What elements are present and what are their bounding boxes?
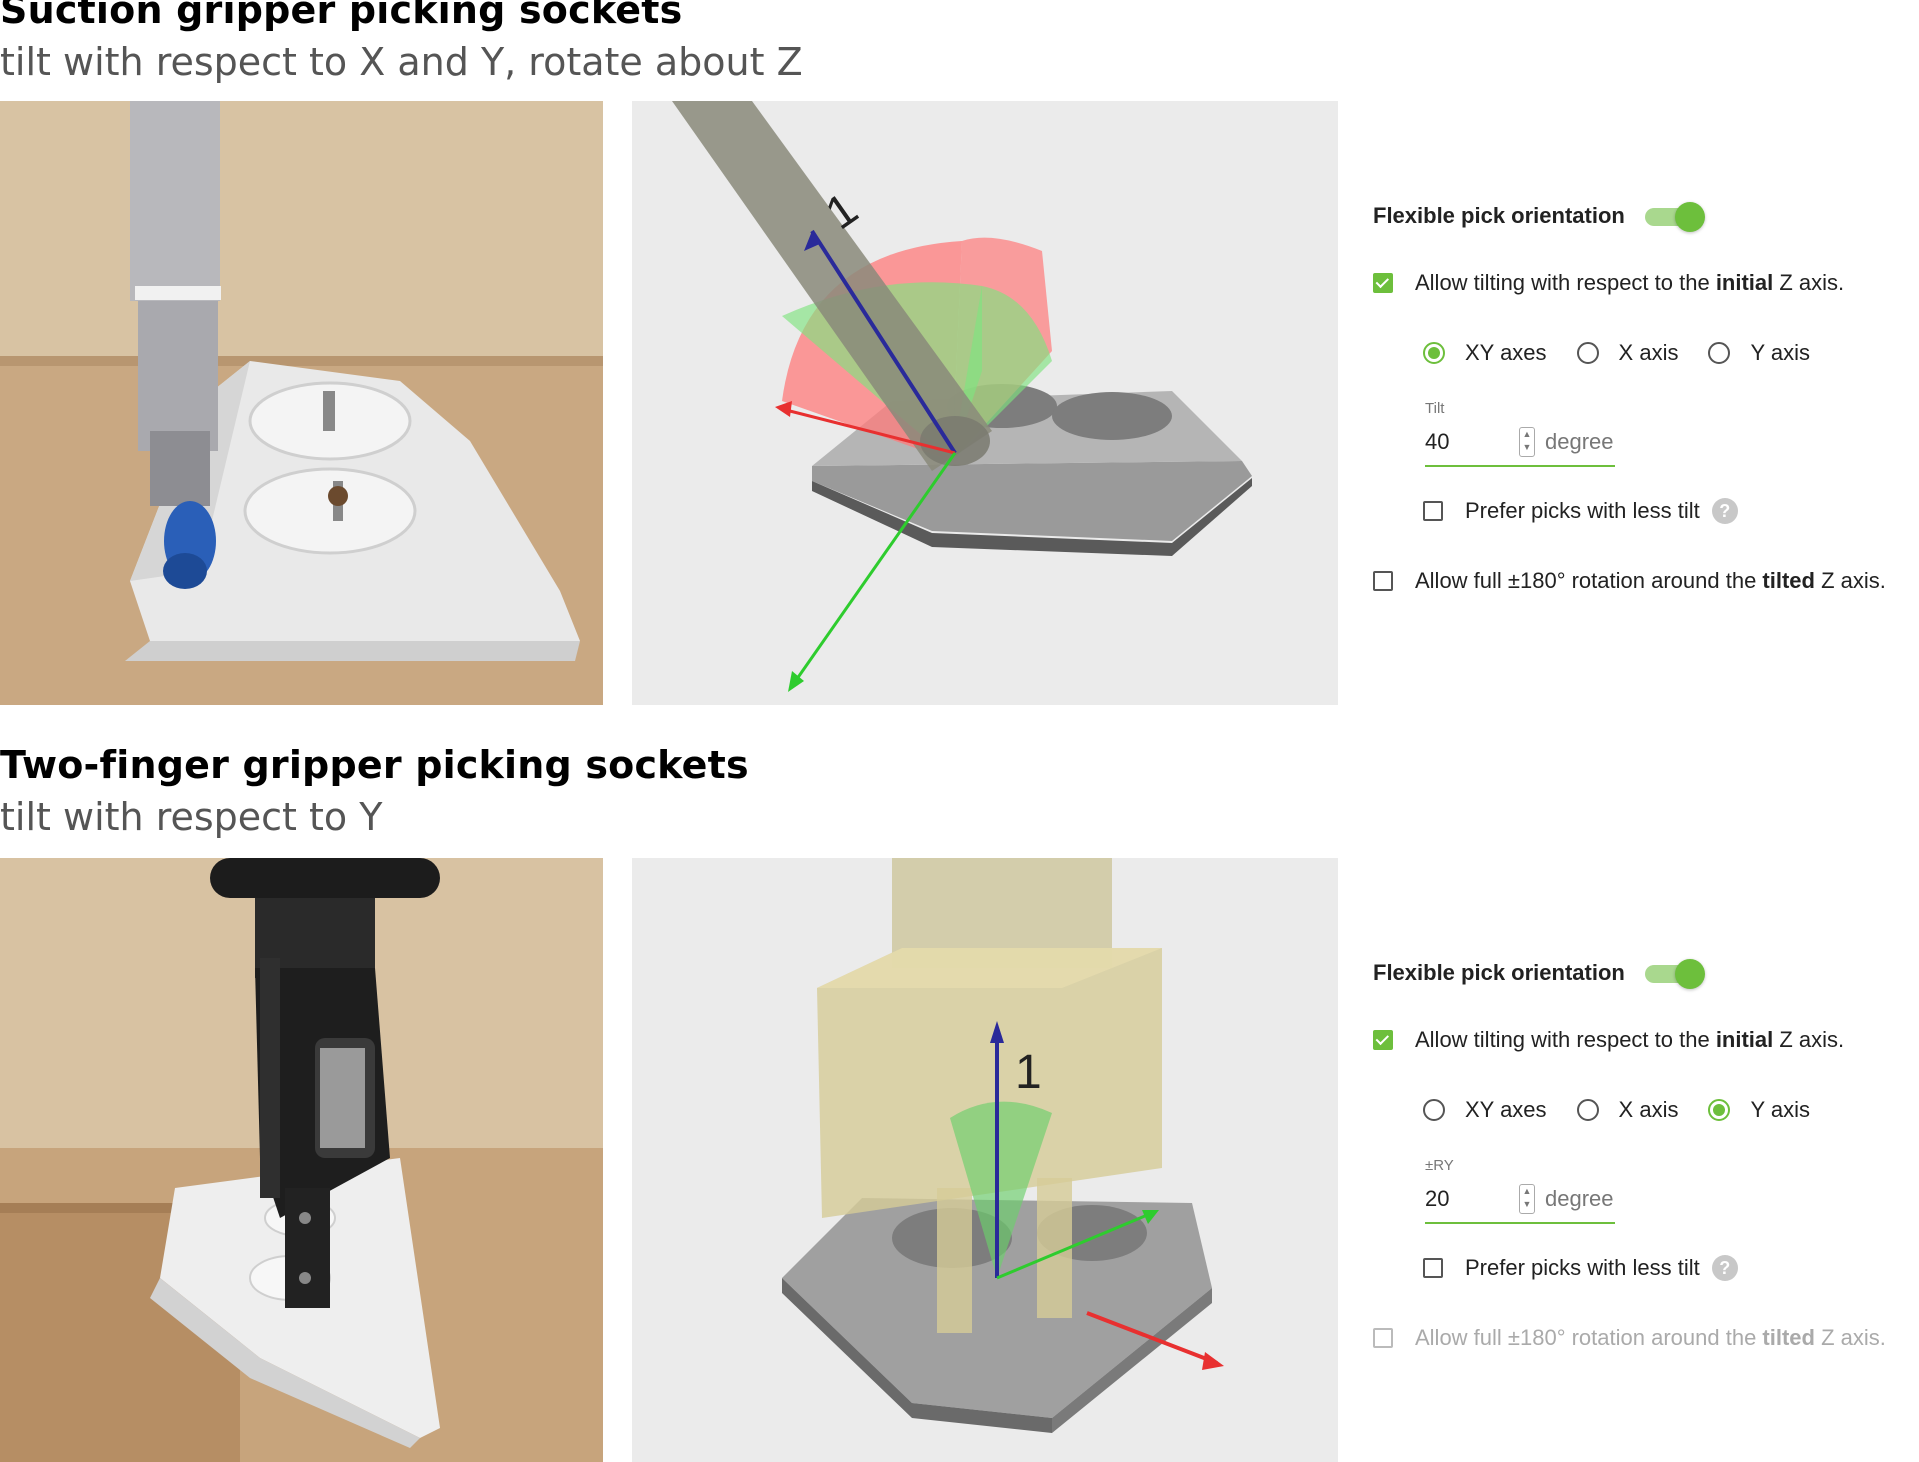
radio-y-axis[interactable] — [1708, 342, 1731, 364]
flexible-pick-label: Flexible pick orientation — [1373, 960, 1625, 985]
allow-tilt-label: Allow tilting with respect to the initia… — [1415, 270, 1845, 295]
two-finger-gripper-photo — [0, 858, 603, 1462]
section-subtitle: tilt with respect to Y — [0, 795, 383, 839]
radio-xy-axes-label: XY axes — [1465, 1097, 1547, 1122]
render-label: 1 — [1015, 1046, 1042, 1099]
radio-xy-axes-label: XY axes — [1465, 340, 1547, 365]
ry-input[interactable]: 20 ▲ ▼ degree — [1425, 1182, 1615, 1224]
section-subtitle: tilt with respect to X and Y, rotate abo… — [0, 40, 803, 84]
allow-rotation-checkbox[interactable] — [1373, 571, 1393, 591]
section-two-finger: Two-finger gripper picking sockets tilt … — [0, 743, 1919, 1462]
suction-gripper-photo — [0, 101, 603, 705]
section-title: Suction gripper picking sockets — [0, 0, 683, 32]
ry-value[interactable]: 20 — [1425, 1186, 1449, 1212]
two-finger-3d-view[interactable]: 1 — [632, 858, 1338, 1462]
allow-tilt-checkbox[interactable] — [1373, 1030, 1393, 1050]
flexible-pick-label: Flexible pick orientation — [1373, 203, 1625, 228]
pick-orientation-panel: Flexible pick orientation Allow tilting … — [1370, 190, 1919, 610]
tilt-input[interactable]: 40 ▲ ▼ degree — [1425, 425, 1615, 467]
radio-x-axis[interactable] — [1576, 342, 1599, 364]
suction-3d-view[interactable]: 1 — [632, 101, 1338, 705]
spinner-icon[interactable]: ▲ ▼ — [1519, 1184, 1535, 1214]
help-circle-icon[interactable]: ? — [1711, 498, 1738, 524]
radio-xy-axes[interactable] — [1423, 1099, 1445, 1121]
section-suction: Suction gripper picking sockets tilt wit… — [0, 0, 1919, 720]
allow-tilt-checkbox[interactable] — [1373, 273, 1393, 293]
radio-x-axis-label: X axis — [1618, 340, 1679, 365]
tilt-field-label: Tilt — [1425, 400, 1445, 417]
spinner-icon[interactable]: ▲ ▼ — [1519, 427, 1535, 457]
ry-field-label: ±RY — [1425, 1157, 1454, 1174]
radio-y-axis[interactable] — [1708, 1099, 1731, 1121]
pick-orientation-panel: Flexible pick orientation Allow tilting … — [1370, 947, 1919, 1367]
prefer-less-tilt-checkbox[interactable] — [1423, 1258, 1443, 1278]
radio-x-axis-label: X axis — [1618, 1097, 1679, 1122]
allow-tilt-label: Allow tilting with respect to the initia… — [1415, 1027, 1845, 1052]
radio-y-axis-label: Y axis — [1750, 1097, 1810, 1122]
allow-rotation-checkbox[interactable] — [1373, 1328, 1393, 1348]
radio-x-axis[interactable] — [1576, 1099, 1599, 1121]
flexible-pick-toggle[interactable] — [1644, 202, 1705, 232]
radio-y-axis-label: Y axis — [1750, 340, 1810, 365]
allow-rotation-label: Allow full ±180° rotation around the til… — [1415, 1325, 1886, 1350]
allow-rotation-label: Allow full ±180° rotation around the til… — [1415, 568, 1886, 593]
tilt-value[interactable]: 40 — [1425, 429, 1449, 455]
help-circle-icon[interactable]: ? — [1711, 1255, 1738, 1281]
section-title: Two-finger gripper picking sockets — [0, 743, 749, 787]
unit-label: degree — [1545, 429, 1614, 454]
prefer-less-tilt-label: Prefer picks with less tilt — [1465, 498, 1700, 523]
prefer-less-tilt-checkbox[interactable] — [1423, 501, 1443, 521]
unit-label: degree — [1545, 1186, 1614, 1211]
radio-xy-axes[interactable] — [1423, 342, 1445, 364]
flexible-pick-toggle[interactable] — [1644, 959, 1705, 989]
prefer-less-tilt-label: Prefer picks with less tilt — [1465, 1255, 1700, 1280]
